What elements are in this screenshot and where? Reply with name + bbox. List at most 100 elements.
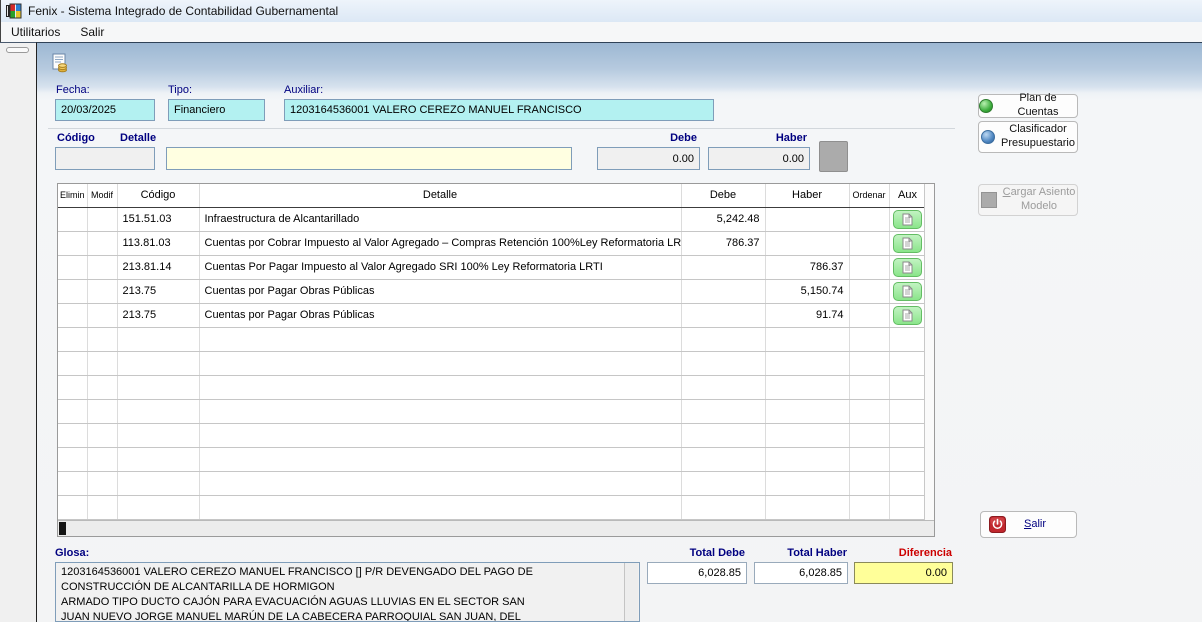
aux-button[interactable] [893, 210, 922, 229]
table-row[interactable]: 213.75 Cuentas por Pagar Obras Públicas … [58, 303, 926, 327]
clasificador-presupuestario-button[interactable]: Clasificador Presupuestario [978, 121, 1078, 153]
cell-haber [765, 231, 849, 255]
clasificador-label: Clasificador Presupuestario [1001, 123, 1075, 151]
cell-debe [681, 279, 765, 303]
app-icon [6, 3, 22, 19]
header-detalle[interactable]: Detalle [199, 184, 681, 207]
aux-button[interactable] [893, 234, 922, 253]
empty-row [58, 375, 926, 399]
cell-haber: 786.37 [765, 255, 849, 279]
auxiliar-input[interactable]: 1203164536001 VALERO CEREZO MANUEL FRANC… [284, 99, 714, 121]
separator-line [48, 128, 955, 129]
haber-input[interactable]: 0.00 [708, 147, 810, 170]
tipo-input[interactable]: Financiero [168, 99, 265, 121]
aux-button[interactable] [893, 306, 922, 325]
tipo-value: Financiero [174, 104, 225, 116]
entries-table: Elimin Modif Código Detalle Debe Haber O… [58, 184, 927, 520]
table-row[interactable]: 151.51.03 Infraestructura de Alcantarill… [58, 207, 926, 231]
cell-codigo: 213.75 [117, 279, 199, 303]
empty-row [58, 471, 926, 495]
menu-bar: Utilitarios Salir [0, 22, 1202, 42]
haber-label: Haber [708, 132, 807, 144]
total-debe-field: 6,028.85 [647, 562, 747, 584]
green-sphere-icon [979, 99, 993, 113]
plan-de-cuentas-label: Plan de Cuentas [999, 92, 1077, 120]
cell-codigo: 151.51.03 [117, 207, 199, 231]
cell-haber: 91.74 [765, 303, 849, 327]
fecha-input[interactable]: 20/03/2025 [55, 99, 155, 121]
cell-codigo: 113.81.03 [117, 231, 199, 255]
new-entry-toolbar-button[interactable] [47, 50, 73, 76]
cargar-asiento-label: Cargar Asiento Modelo [1003, 186, 1076, 214]
table-row[interactable]: 213.75 Cuentas por Pagar Obras Públicas … [58, 279, 926, 303]
header-elimin[interactable]: Elimin [58, 184, 87, 207]
debe-label: Debe [597, 132, 697, 144]
total-haber-field: 6,028.85 [754, 562, 848, 584]
menu-utilitarios[interactable]: Utilitarios [1, 23, 70, 41]
cargar-asiento-modelo-button[interactable]: Cargar Asiento Modelo [978, 184, 1078, 216]
haber-value: 0.00 [783, 153, 804, 165]
table-row[interactable]: 213.81.14 Cuentas Por Pagar Impuesto al … [58, 255, 926, 279]
gray-square-icon [981, 192, 997, 208]
cell-haber [765, 207, 849, 231]
detalle-label: Detalle [120, 132, 156, 144]
aux-button[interactable] [893, 282, 922, 301]
aux-button[interactable] [893, 258, 922, 277]
cell-codigo: 213.81.14 [117, 255, 199, 279]
detalle-input[interactable] [166, 147, 572, 170]
tipo-label: Tipo: [168, 84, 192, 96]
cell-debe: 786.37 [681, 231, 765, 255]
cell-detalle: Cuentas por Cobrar Impuesto al Valor Agr… [199, 231, 681, 255]
empty-row [58, 423, 926, 447]
empty-row [58, 351, 926, 375]
glosa-textarea[interactable]: 1203164536001 VALERO CEREZO MANUEL FRANC… [55, 562, 640, 622]
empty-row [58, 447, 926, 471]
table-row[interactable]: 113.81.03 Cuentas por Cobrar Impuesto al… [58, 231, 926, 255]
codigo-input[interactable] [55, 147, 155, 170]
debe-input[interactable]: 0.00 [597, 147, 700, 170]
hscroll-thumb[interactable] [59, 522, 66, 535]
codigo-label: Código [57, 132, 95, 144]
title-bar: Fenix - Sistema Integrado de Contabilida… [0, 0, 1202, 22]
cell-detalle: Infraestructura de Alcantarillado [199, 207, 681, 231]
total-haber-label: Total Haber [754, 547, 847, 559]
cell-debe [681, 255, 765, 279]
total-debe-label: Total Debe [647, 547, 745, 559]
plan-de-cuentas-button[interactable]: Plan de Cuentas [978, 94, 1078, 118]
auxiliar-value: 1203164536001 VALERO CEREZO MANUEL FRANC… [290, 104, 582, 116]
cell-haber: 5,150.74 [765, 279, 849, 303]
debe-value: 0.00 [673, 153, 694, 165]
blue-sphere-icon [981, 130, 995, 144]
cell-debe [681, 303, 765, 327]
cell-detalle: Cuentas por Pagar Obras Públicas [199, 279, 681, 303]
total-debe-value: 6,028.85 [698, 567, 741, 579]
header-ordenar[interactable]: Ordenar [849, 184, 889, 207]
glosa-label: Glosa: [55, 547, 89, 559]
window-title: Fenix - Sistema Integrado de Contabilida… [28, 4, 338, 18]
entries-grid: Elimin Modif Código Detalle Debe Haber O… [57, 183, 935, 537]
add-line-button[interactable] [819, 141, 848, 172]
left-dock-strip [0, 42, 36, 622]
salir-label: Salir [1024, 518, 1046, 532]
fecha-value: 20/03/2025 [61, 104, 116, 116]
header-modif[interactable]: Modif [87, 184, 117, 207]
cell-detalle: Cuentas Por Pagar Impuesto al Valor Agre… [199, 255, 681, 279]
empty-row [58, 495, 926, 519]
menu-salir[interactable]: Salir [70, 23, 114, 41]
empty-row [58, 327, 926, 351]
grid-vertical-scrollbar[interactable] [924, 184, 934, 521]
document-coins-icon [50, 53, 70, 73]
cell-debe: 5,242.48 [681, 207, 765, 231]
grid-horizontal-scrollbar[interactable] [58, 520, 934, 536]
fecha-label: Fecha: [56, 84, 90, 96]
cell-codigo: 213.75 [117, 303, 199, 327]
salir-button[interactable]: Salir [980, 511, 1077, 538]
splitter-handle[interactable] [6, 47, 29, 53]
header-debe[interactable]: Debe [681, 184, 765, 207]
header-haber[interactable]: Haber [765, 184, 849, 207]
glosa-scrollbar[interactable] [624, 563, 638, 621]
header-aux[interactable]: Aux [889, 184, 926, 207]
empty-row [58, 399, 926, 423]
diferencia-value: 0.00 [926, 567, 947, 579]
header-codigo[interactable]: Código [117, 184, 199, 207]
